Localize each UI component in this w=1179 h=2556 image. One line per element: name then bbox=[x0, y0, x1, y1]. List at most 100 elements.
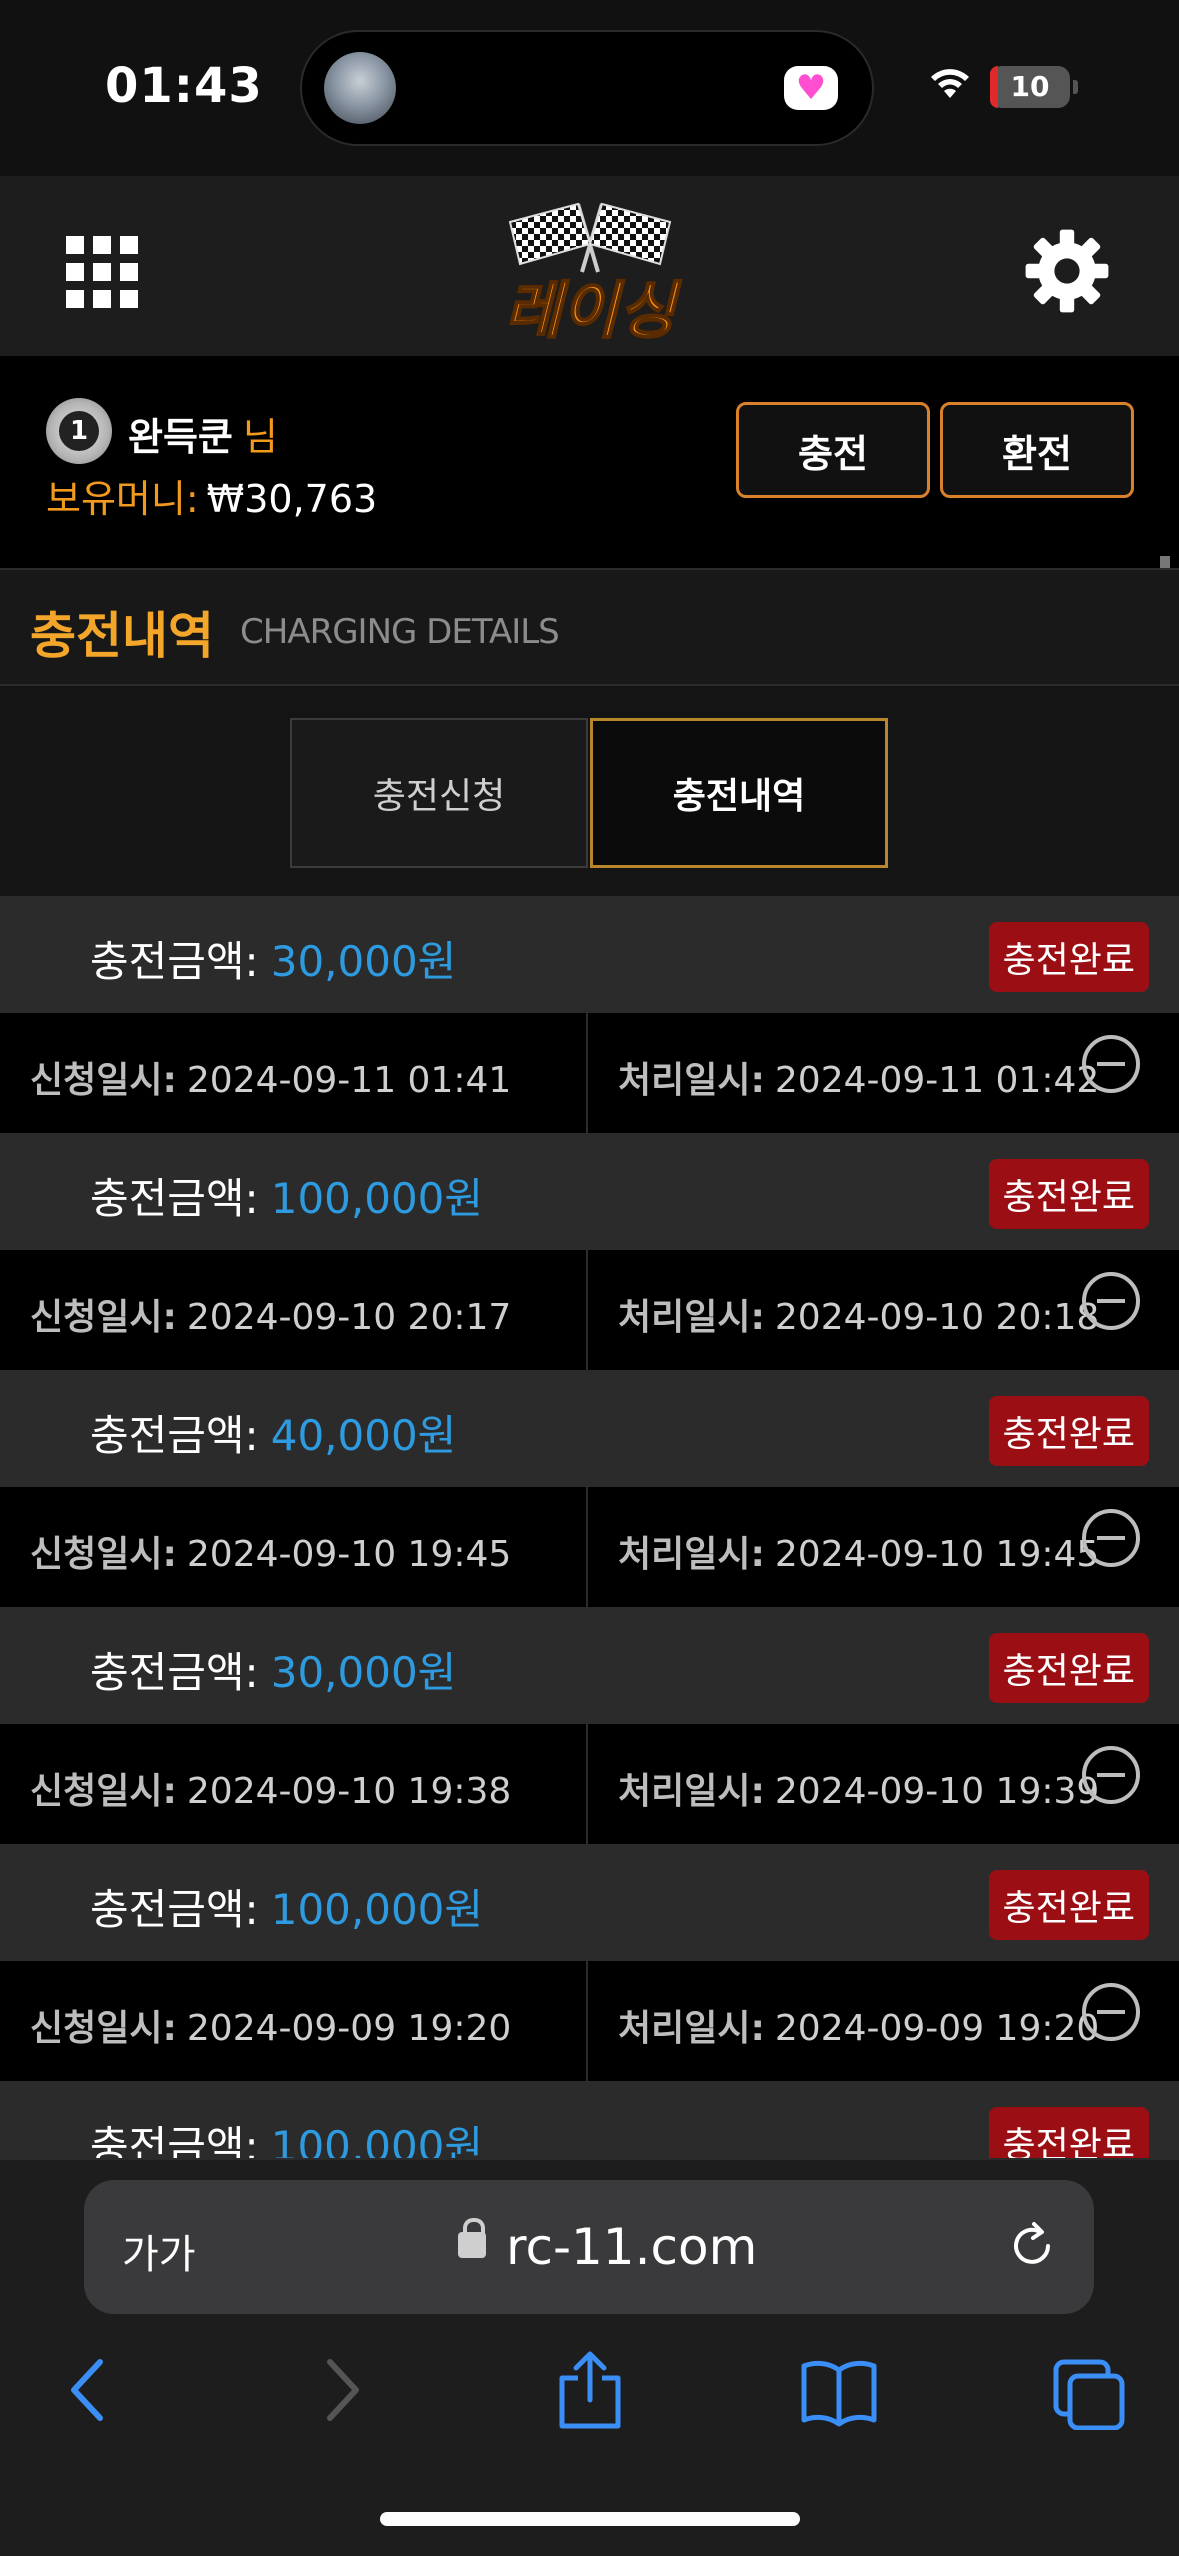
amount: 충전금액: 100,000원 bbox=[90, 1876, 483, 1937]
requested-value: 2024-09-10 19:38 bbox=[186, 1771, 512, 1812]
collapse-minus-icon[interactable] bbox=[1082, 1272, 1140, 1330]
battery-percent: 10 bbox=[1010, 70, 1050, 103]
island-avatar bbox=[324, 52, 396, 124]
requested-value: 2024-09-11 01:41 bbox=[186, 1060, 512, 1101]
reload-icon[interactable] bbox=[1002, 2216, 1062, 2276]
requested-date: 신청일시: 2024-09-10 19:45 bbox=[30, 1525, 511, 1577]
divider bbox=[586, 1961, 588, 2081]
tab-area: 충전신청 충전내역 bbox=[0, 686, 1179, 896]
amount-value: 100,000원 bbox=[270, 1174, 484, 1223]
amount: 충전금액: 40,000원 bbox=[90, 1402, 456, 1463]
requested-label: 신청일시: bbox=[30, 1060, 177, 1101]
requested-date: 신청일시: 2024-09-11 01:41 bbox=[30, 1051, 511, 1103]
user-info-bar: 1 완득쿤 님 보유머니: ₩30,763 충전 환전 bbox=[0, 356, 1179, 556]
tab-charge-request[interactable]: 충전신청 bbox=[290, 718, 588, 868]
amount: 충전금액: 30,000원 bbox=[90, 1639, 456, 1700]
tab-charge-history[interactable]: 충전내역 bbox=[590, 718, 888, 868]
requested-date: 신청일시: 2024-09-09 19:20 bbox=[30, 1999, 511, 2051]
date-row: 신청일시: 2024-09-10 19:45 처리일시: 2024-09-10 19… bbox=[0, 1487, 1179, 1607]
home-indicator[interactable] bbox=[380, 2512, 800, 2526]
status-badge: 충전완료 bbox=[988, 1159, 1149, 1229]
requested-label: 신청일시: bbox=[30, 1771, 177, 1812]
processed-value: 2024-09-10 20:18 bbox=[774, 1297, 1100, 1338]
charge-history-list: 충전금액: 30,000원 충전완료 신청일시: 2024-09-11 01:41 … bbox=[0, 896, 1179, 2158]
amount-value: 30,000원 bbox=[270, 1648, 457, 1697]
requested-value: 2024-09-10 19:45 bbox=[186, 1534, 512, 1575]
money-balance: 보유머니: ₩30,763 bbox=[46, 468, 377, 523]
collapse-minus-icon[interactable] bbox=[1082, 1509, 1140, 1567]
processed-date: 처리일시: 2024-09-10 19:39 bbox=[618, 1762, 1099, 1814]
requested-label: 신청일시: bbox=[30, 1297, 177, 1338]
amount-label: 충전금액: bbox=[90, 1411, 259, 1460]
processed-label: 처리일시: bbox=[618, 1771, 765, 1812]
amount-value: 100,000원 bbox=[270, 2122, 484, 2158]
amount-value: 40,000원 bbox=[270, 1411, 457, 1460]
amount-label: 충전금액: bbox=[90, 937, 259, 986]
logo-text: 레이싱 bbox=[504, 274, 682, 342]
lock-icon bbox=[458, 2218, 486, 2258]
collapse-minus-icon[interactable] bbox=[1082, 1746, 1140, 1804]
charge-button[interactable]: 충전 bbox=[736, 402, 930, 498]
processed-label: 처리일시: bbox=[618, 2008, 765, 2049]
wifi-icon bbox=[931, 69, 969, 98]
amount-row: 충전금액: 30,000원 충전완료 bbox=[0, 896, 1179, 1013]
dynamic-island: ♥ bbox=[300, 30, 874, 146]
processed-label: 처리일시: bbox=[618, 1060, 765, 1101]
amount-label: 충전금액: bbox=[90, 1174, 259, 1223]
back-icon[interactable] bbox=[60, 2350, 116, 2430]
status-badge: 충전완료 bbox=[988, 1396, 1149, 1466]
list-item: 충전금액: 30,000원 충전완료 신청일시: 2024-09-11 01:41 … bbox=[0, 896, 1179, 1133]
requested-label: 신청일시: bbox=[30, 1534, 177, 1575]
status-time: 01:43 bbox=[105, 58, 263, 114]
money-value: ₩30,763 bbox=[206, 477, 378, 521]
list-item: 충전금액: 40,000원 충전완료 신청일시: 2024-09-10 19:45 … bbox=[0, 1370, 1179, 1607]
app-header: 레이싱 bbox=[0, 176, 1179, 356]
divider bbox=[586, 1013, 588, 1133]
address-bar[interactable]: 가가 rc-11.com bbox=[84, 2180, 1094, 2314]
battery-icon: 10 bbox=[990, 66, 1070, 108]
rank-badge: 1 bbox=[46, 398, 112, 464]
text-size-button[interactable]: 가가 bbox=[122, 2222, 196, 2280]
amount: 충전금액: 30,000원 bbox=[90, 928, 456, 989]
amount: 충전금액: 100,000원 bbox=[90, 1165, 483, 1226]
forward-icon[interactable] bbox=[314, 2350, 370, 2430]
collapse-minus-icon[interactable] bbox=[1082, 1035, 1140, 1093]
amount-value: 100,000원 bbox=[270, 1885, 484, 1934]
user-name: 완득쿤 님 bbox=[128, 406, 278, 461]
date-row: 신청일시: 2024-09-10 20:17 처리일시: 2024-09-10 20… bbox=[0, 1250, 1179, 1370]
amount-row: 충전금액: 100,000원 충전완료 bbox=[0, 1844, 1179, 1961]
share-icon[interactable] bbox=[552, 2350, 628, 2430]
divider bbox=[586, 1250, 588, 1370]
racing-logo[interactable]: 레이싱 bbox=[480, 192, 700, 342]
requested-value: 2024-09-10 20:17 bbox=[186, 1297, 512, 1338]
processed-value: 2024-09-10 19:45 bbox=[774, 1534, 1100, 1575]
settings-gear-icon[interactable] bbox=[1022, 226, 1112, 316]
status-badge: 충전완료 bbox=[988, 1633, 1149, 1703]
menu-grid-icon[interactable] bbox=[66, 236, 138, 308]
battery-tip bbox=[1073, 80, 1078, 94]
list-item: 충전금액: 100,000원 충전완료 신청일시: 2024-09-10 20:17… bbox=[0, 1133, 1179, 1370]
list-item: 충전금액: 100,000원 충전완료 bbox=[0, 2081, 1179, 2158]
status-badge: 충전완료 bbox=[988, 1870, 1149, 1940]
url-text[interactable]: rc-11.com bbox=[506, 2218, 757, 2276]
list-item: 충전금액: 30,000원 충전완료 신청일시: 2024-09-10 19:38 … bbox=[0, 1607, 1179, 1844]
amount-label: 충전금액: bbox=[90, 2122, 259, 2158]
processed-date: 처리일시: 2024-09-09 19:20 bbox=[618, 1999, 1099, 2051]
collapse-minus-icon[interactable] bbox=[1082, 1983, 1140, 2041]
requested-value: 2024-09-09 19:20 bbox=[186, 2008, 512, 2049]
amount-label: 충전금액: bbox=[90, 1648, 259, 1697]
user-honorific: 님 bbox=[242, 415, 278, 459]
tabs-icon[interactable] bbox=[1052, 2350, 1128, 2430]
page-title-bar: 충전내역 CHARGING DETAILS bbox=[0, 568, 1179, 686]
bookmarks-icon[interactable] bbox=[800, 2350, 878, 2430]
date-row: 신청일시: 2024-09-09 19:20 처리일시: 2024-09-09 19… bbox=[0, 1961, 1179, 2081]
date-row: 신청일시: 2024-09-10 19:38 처리일시: 2024-09-10 19… bbox=[0, 1724, 1179, 1844]
amount-row: 충전금액: 40,000원 충전완료 bbox=[0, 1370, 1179, 1487]
status-badge: 충전완료 bbox=[988, 922, 1149, 992]
money-label: 보유머니: bbox=[46, 477, 199, 521]
exchange-button[interactable]: 환전 bbox=[940, 402, 1134, 498]
rank-number: 1 bbox=[59, 411, 99, 451]
processed-value: 2024-09-10 19:39 bbox=[774, 1771, 1100, 1812]
divider bbox=[586, 1724, 588, 1844]
amount-value: 30,000원 bbox=[270, 937, 457, 986]
